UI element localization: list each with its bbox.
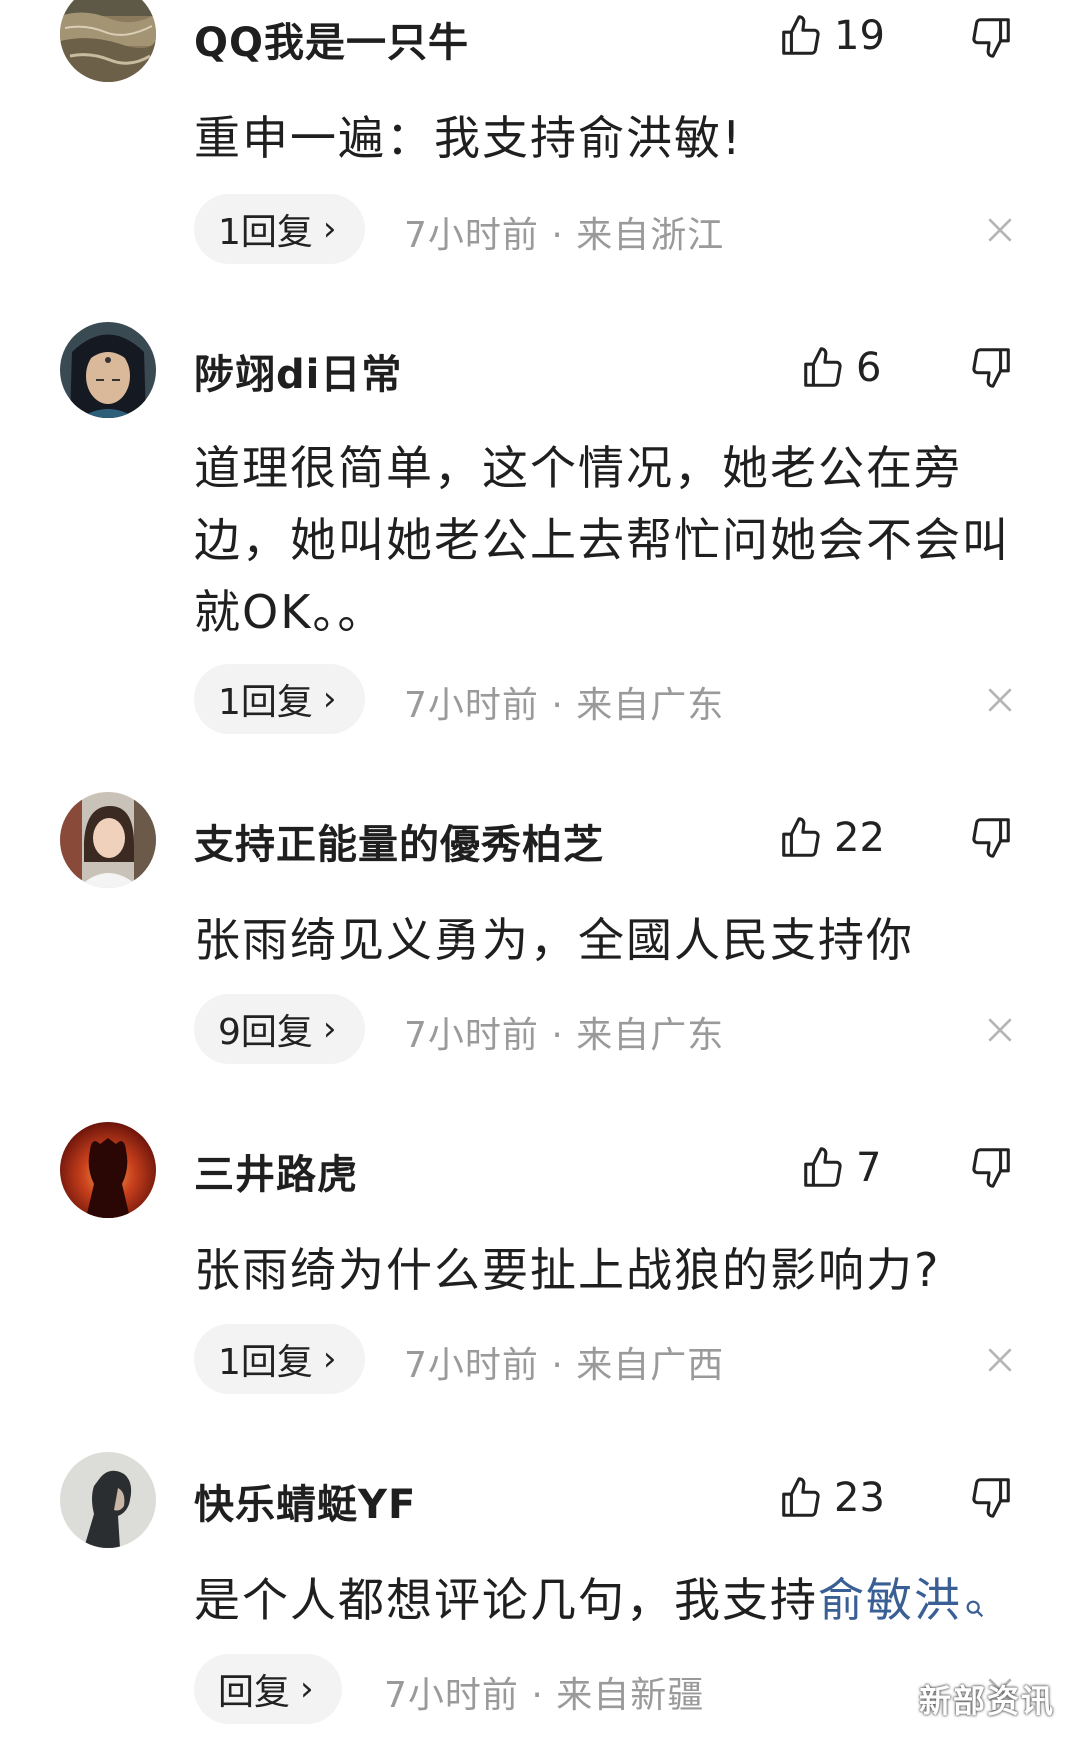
close-icon	[988, 1018, 1012, 1042]
comment-meta: 7小时前 · 来自广东	[404, 685, 725, 726]
dislike-button[interactable]	[968, 14, 1014, 60]
thumbs-down-icon	[972, 818, 1010, 858]
username[interactable]: 快乐蜻蜓YF	[194, 1472, 416, 1530]
thumbs-up-icon	[804, 1147, 842, 1187]
reply-button[interactable]: 1回复 ›	[194, 194, 365, 264]
comment-text: 张雨绮见义勇为，全國人民支持你	[194, 913, 914, 967]
thumbs-up-icon	[782, 15, 820, 55]
woman-photo-avatar-image	[60, 792, 156, 888]
dislike-button[interactable]	[968, 344, 1014, 390]
thumbs-down-icon	[972, 1478, 1010, 1518]
thumbs-up-icon	[782, 1477, 820, 1517]
dismiss-button[interactable]	[984, 214, 1016, 246]
thumbs-up-icon	[804, 347, 842, 387]
like-button[interactable]: 23	[778, 1468, 885, 1528]
dismiss-button[interactable]	[984, 1014, 1016, 1046]
dislike-button[interactable]	[968, 1144, 1014, 1190]
anime-character-avatar-image	[60, 322, 156, 418]
dismiss-button[interactable]	[984, 684, 1016, 716]
reply-button[interactable]: 回复 ›	[194, 1654, 342, 1724]
like-count: 19	[834, 13, 885, 59]
chevron-right-icon: ›	[322, 679, 337, 719]
dismiss-button[interactable]	[984, 1344, 1016, 1376]
avatar[interactable]	[60, 322, 156, 418]
dislike-button[interactable]	[968, 814, 1014, 860]
reply-label: 1回复	[218, 1342, 313, 1383]
username[interactable]: 陟翊di日常	[194, 342, 402, 400]
close-icon	[988, 218, 1012, 242]
chevron-right-icon: ›	[322, 1339, 337, 1379]
like-count: 23	[834, 1475, 885, 1521]
like-button[interactable]: 19	[778, 6, 885, 66]
avatar[interactable]	[60, 1452, 156, 1548]
close-icon	[988, 1348, 1012, 1372]
red-silhouette-avatar-image	[60, 1122, 156, 1218]
thumbs-down-icon	[972, 18, 1010, 58]
chevron-right-icon: ›	[322, 1009, 337, 1049]
man-profile-avatar-image	[60, 1452, 156, 1548]
like-count: 6	[856, 345, 882, 391]
comment-text-prefix: 是个人都想评论几句，我支持	[194, 1573, 818, 1627]
thumbs-up-icon	[782, 817, 820, 857]
comment-text: 是个人都想评论几句，我支持俞敏洪	[194, 1564, 1014, 1640]
like-count: 22	[834, 815, 885, 861]
reply-button[interactable]: 1回复 ›	[194, 1324, 365, 1394]
chevron-right-icon: ›	[322, 209, 337, 249]
username[interactable]: QQ我是一只牛	[194, 10, 469, 68]
comment-meta: 7小时前 · 来自广东	[404, 1015, 725, 1056]
comment-meta: 7小时前 · 来自浙江	[404, 215, 725, 256]
like-button[interactable]: 7	[800, 1138, 881, 1198]
comment-meta: 7小时前 · 来自广西	[404, 1345, 725, 1386]
comment-text: 重申一遍：我支持俞洪敏!	[194, 111, 743, 165]
like-button[interactable]: 22	[778, 808, 885, 868]
close-icon	[988, 688, 1012, 712]
reply-label: 9回复	[218, 1012, 313, 1053]
reply-label: 1回复	[218, 682, 313, 723]
like-count: 7	[856, 1145, 882, 1191]
watermark: 新部资讯	[918, 1682, 1055, 1720]
search-icon[interactable]	[964, 1568, 986, 1640]
avatar[interactable]	[60, 1122, 156, 1218]
comment-meta: 7小时前 · 来自新疆	[384, 1675, 705, 1716]
comment-text: 张雨绮为什么要扯上战狼的影响力?	[194, 1243, 941, 1297]
chevron-right-icon: ›	[300, 1669, 314, 1709]
like-button[interactable]: 6	[800, 338, 881, 398]
reply-button[interactable]: 9回复 ›	[194, 994, 365, 1064]
username[interactable]: 支持正能量的優秀柏芝	[194, 812, 604, 870]
dislike-button[interactable]	[968, 1474, 1014, 1520]
thumbs-down-icon	[972, 348, 1010, 388]
comment-text: 道理很简单，这个情况，她老公在旁边，她叫她老公上去帮忙问她会不会叫就OK。。	[194, 441, 1010, 639]
username[interactable]: 三井路虎	[194, 1142, 358, 1200]
thumbs-down-icon	[972, 1148, 1010, 1188]
reply-label: 回复	[218, 1672, 291, 1713]
avatar[interactable]	[60, 0, 156, 82]
search-link[interactable]: 俞敏洪	[818, 1573, 962, 1627]
avatar[interactable]	[60, 792, 156, 888]
reply-label: 1回复	[218, 212, 313, 253]
landscape-avatar-image	[60, 0, 156, 82]
reply-button[interactable]: 1回复 ›	[194, 664, 365, 734]
